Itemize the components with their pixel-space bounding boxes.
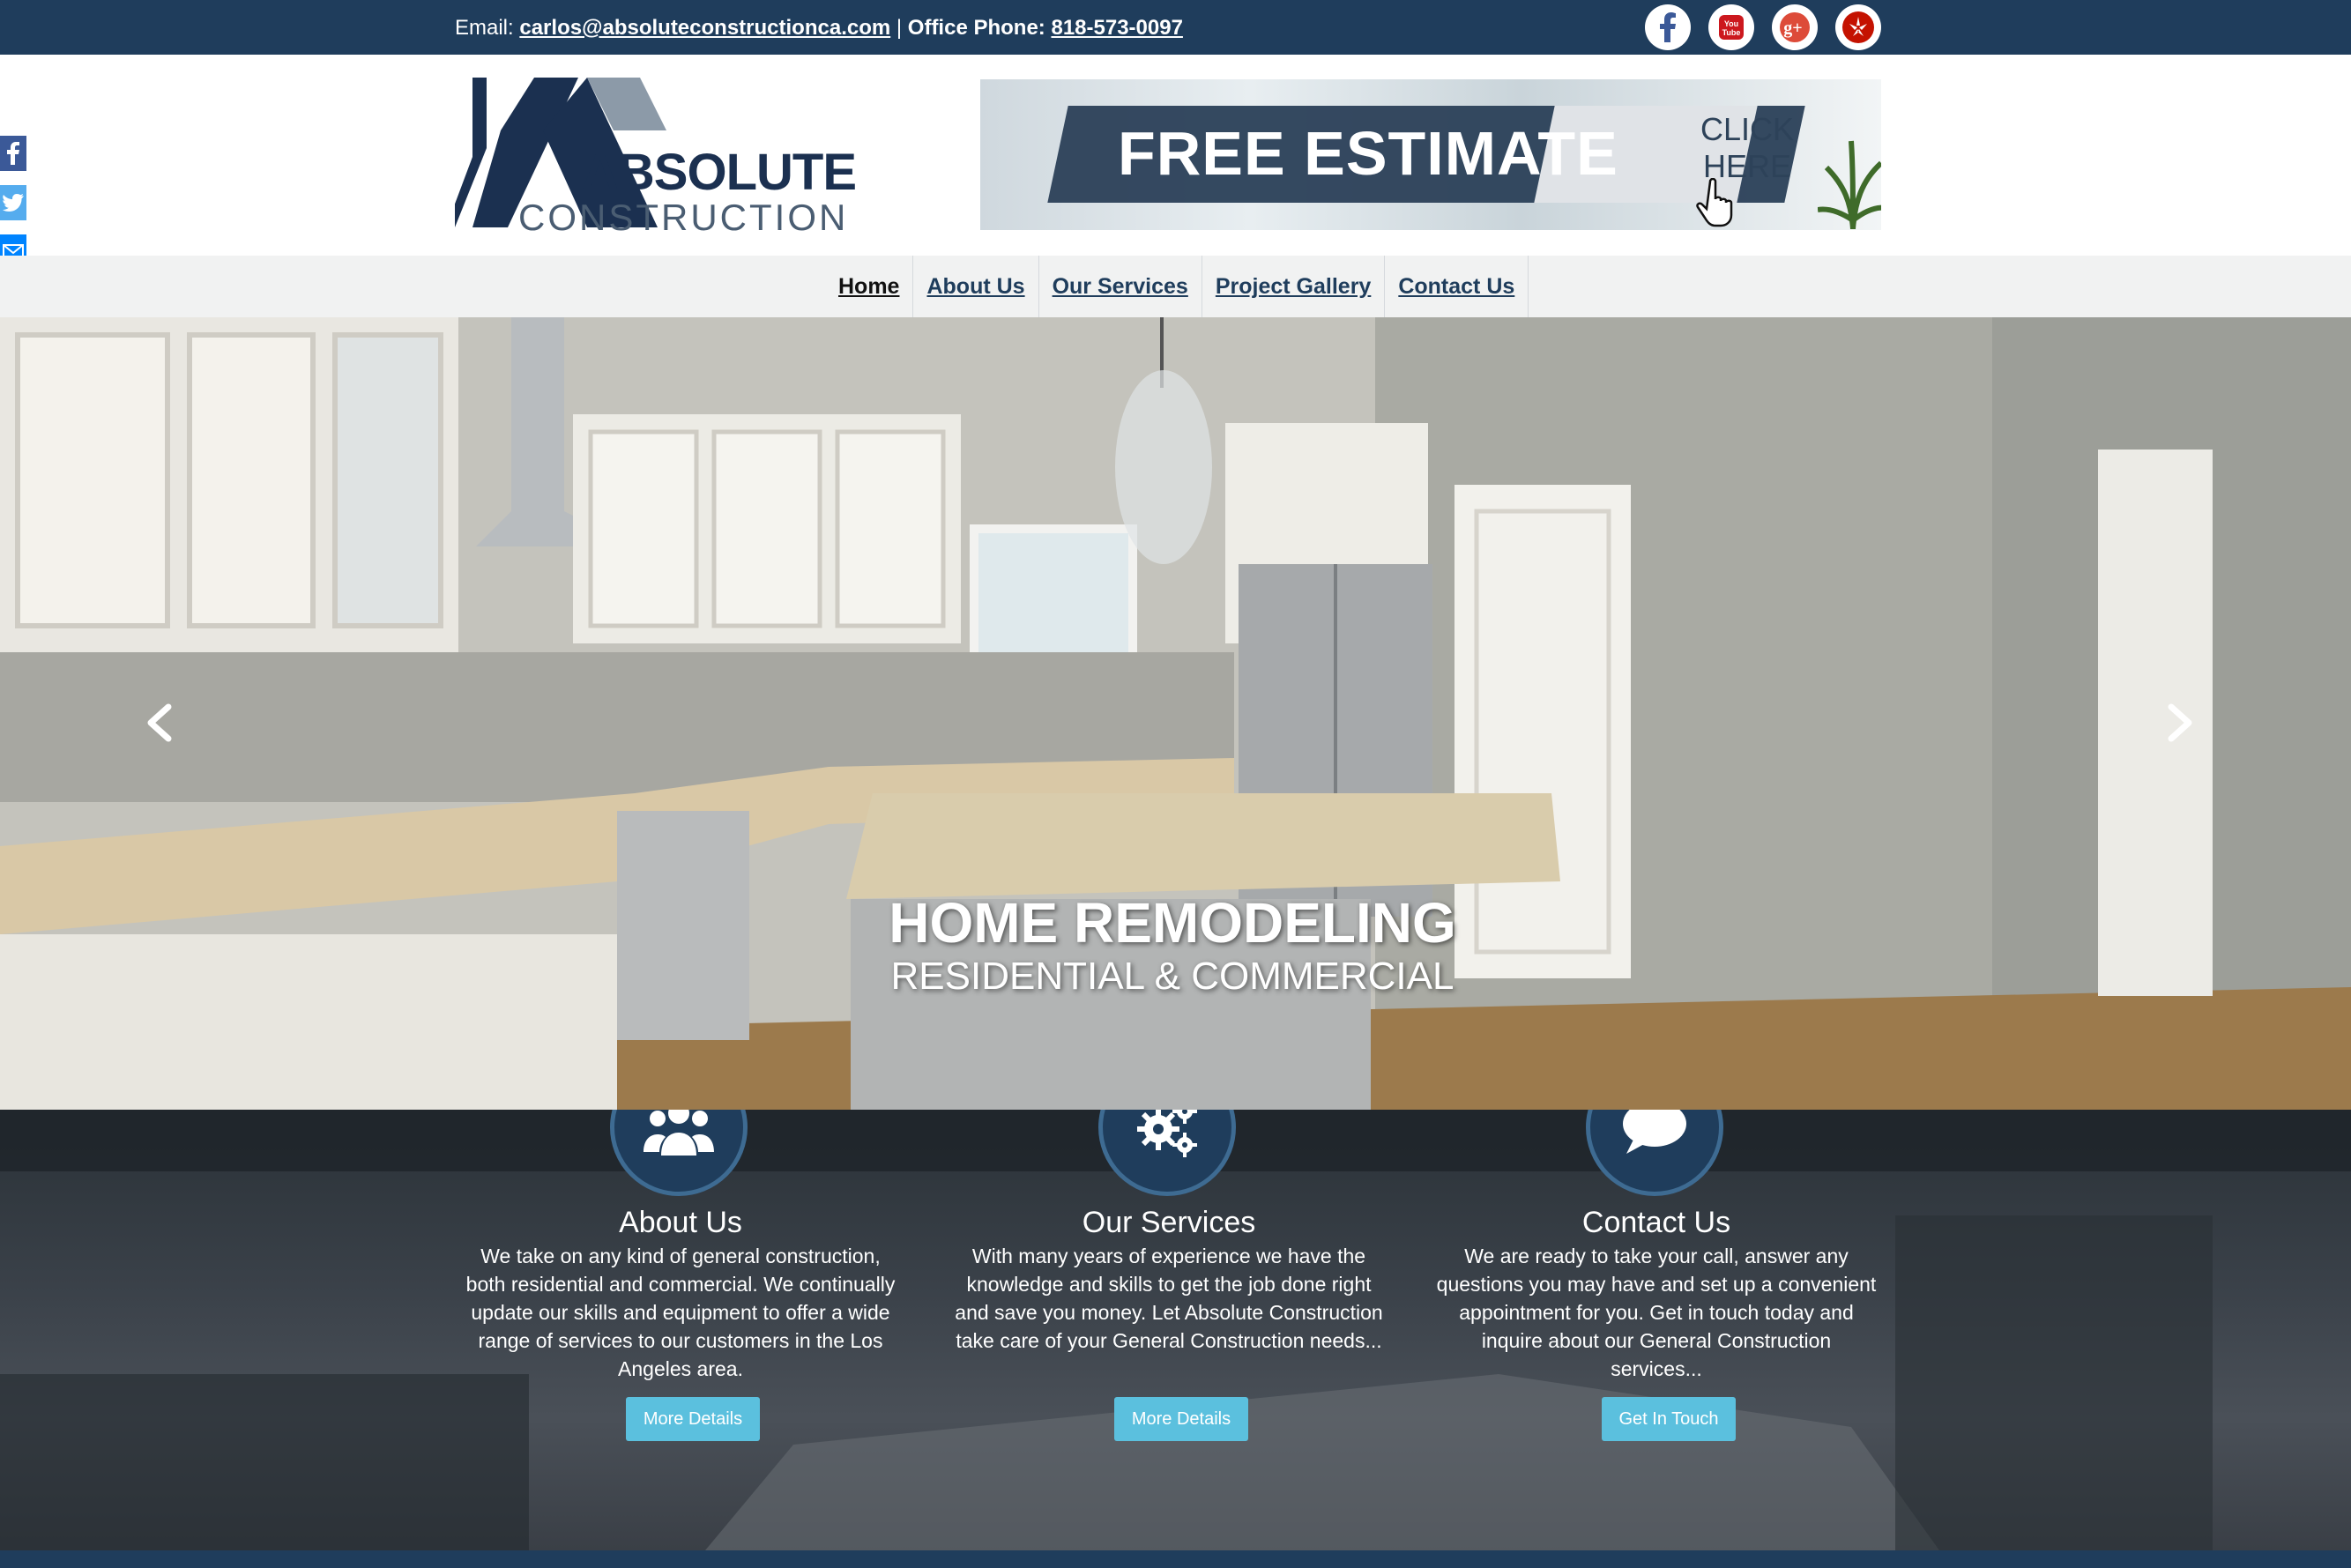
svg-text:Tube: Tube	[1722, 28, 1741, 37]
feature-services-circle	[1098, 1110, 1236, 1196]
share-facebook-icon[interactable]	[0, 136, 26, 171]
feature-about-title: About Us	[619, 1206, 742, 1239]
facebook-icon[interactable]	[1645, 4, 1691, 50]
contact-separator: |	[896, 16, 903, 40]
nav-item-home[interactable]: Home	[825, 256, 914, 317]
google-plus-icon[interactable]: g+	[1772, 4, 1818, 50]
hero-title: HOME REMODELING	[889, 891, 1456, 955]
feature-services: Our Services With many years of experien…	[931, 1110, 1389, 1550]
feature-services-title: Our Services	[1082, 1206, 1256, 1239]
nav-item-our-services[interactable]: Our Services	[1039, 256, 1202, 317]
share-twitter-icon[interactable]	[0, 185, 26, 220]
plant-icon	[1818, 140, 1881, 229]
hero-slider: HOME REMODELING RESIDENTIAL & COMMERCIAL	[0, 317, 2351, 1111]
slider-prev-arrow[interactable]	[132, 687, 185, 758]
logo-subtitle: CONSTRUCTION	[518, 197, 849, 238]
free-estimate-banner[interactable]: FREE ESTIMATE CLICK HERE	[980, 79, 1881, 230]
banner-title: FREE ESTIMATE	[1118, 119, 1618, 188]
nav-item-contact-us[interactable]: Contact Us	[1385, 256, 1529, 317]
feature-services-text: With many years of experience we have th…	[955, 1245, 1383, 1352]
feature-contact-title: Contact Us	[1581, 1206, 1731, 1239]
banner-cta-line1: CLICK	[1700, 111, 1795, 147]
feature-contact-text: We are ready to take your call, answer a…	[1436, 1245, 1877, 1380]
footer-bar	[0, 1550, 2351, 1568]
feature-about-text: We take on any kind of general construct…	[465, 1245, 896, 1380]
slider-next-arrow[interactable]	[2154, 687, 2207, 758]
logo-title: ABSOLUTE	[582, 144, 857, 201]
hero-subtitle: RESIDENTIAL & COMMERCIAL	[890, 955, 1454, 998]
email-label: Email:	[455, 16, 514, 40]
svg-text:g+: g+	[1783, 19, 1802, 38]
main-nav: Home About Us Our Services Project Galle…	[0, 256, 2351, 317]
users-icon	[644, 1110, 714, 1156]
nav-item-about-us[interactable]: About Us	[913, 256, 1039, 317]
speech-bubble-icon	[1623, 1110, 1686, 1154]
about-more-details-button[interactable]: More Details	[626, 1397, 760, 1441]
nav-item-project-gallery[interactable]: Project Gallery	[1202, 256, 1386, 317]
svg-text:You: You	[1724, 19, 1738, 28]
email-link[interactable]: carlos@absoluteconstructionca.com	[519, 16, 890, 40]
feature-contact: Contact Us We are ready to take your cal…	[1418, 1110, 1877, 1550]
chevron-right-icon	[2168, 703, 2192, 742]
feature-about: About Us We take on any kind of general …	[443, 1110, 901, 1550]
feature-contact-circle	[1586, 1110, 1723, 1196]
top-bar: Email: carlos@absoluteconstructionca.com…	[0, 0, 2351, 55]
youtube-icon[interactable]: You Tube	[1708, 4, 1754, 50]
banner-cta: CLICK HERE	[1668, 111, 1826, 185]
site-logo[interactable]: ABSOLUTE CONSTRUCTION	[455, 78, 857, 238]
yelp-icon[interactable]	[1835, 4, 1881, 50]
services-more-details-button[interactable]: More Details	[1114, 1397, 1248, 1441]
pointer-hand-icon	[1696, 178, 1733, 227]
features-section: About Us We take on any kind of general …	[0, 1110, 2351, 1550]
phone-label: Office Phone:	[907, 16, 1045, 40]
chevron-left-icon	[147, 703, 172, 742]
get-in-touch-button[interactable]: Get In Touch	[1602, 1397, 1736, 1441]
nav-items: Home About Us Our Services Project Galle…	[825, 256, 1529, 317]
banner-cta-line2: HERE	[1702, 148, 1792, 184]
phone-link[interactable]: 818-573-0097	[1051, 16, 1182, 40]
feature-about-circle	[610, 1110, 748, 1196]
contact-info: Email: carlos@absoluteconstructionca.com…	[455, 14, 1183, 42]
gears-icon	[1137, 1110, 1197, 1157]
